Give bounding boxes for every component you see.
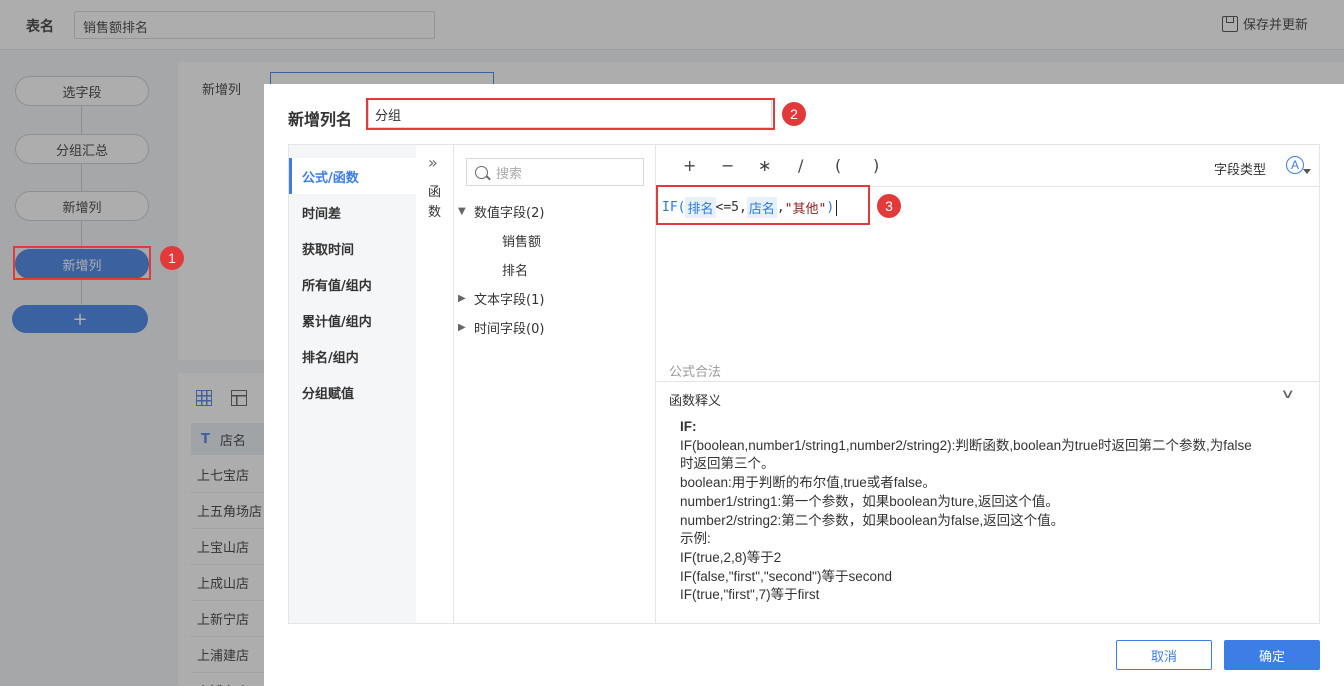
- field-group-label: 数值字段(2): [474, 206, 545, 221]
- operator-minus[interactable]: −: [721, 156, 734, 175]
- highlight-box-1: [13, 246, 151, 280]
- dialog-title: 新增列名: [288, 110, 353, 129]
- doc-line: IF(true,"first",7)等于first: [680, 587, 820, 603]
- caret-down-icon: ▼: [458, 206, 466, 217]
- doc-line: IF(boolean,number1/string1,number2/strin…: [680, 437, 1252, 453]
- category-all-values[interactable]: 所有值/组内: [289, 266, 416, 302]
- doc-line: IF:: [680, 419, 697, 434]
- operator-open-paren[interactable]: (: [835, 156, 841, 175]
- function-doc-panel: 函数释义 ∨ IF: IF(boolean,number1/string1,nu…: [656, 381, 1319, 623]
- field-group-label: 文本字段(1): [474, 293, 545, 308]
- function-panel-toggle[interactable]: » 函数: [416, 145, 454, 623]
- doc-line: IF(true,2,8)等于2: [680, 549, 782, 565]
- caret-right-icon: ▶: [458, 322, 466, 333]
- category-rank[interactable]: 排名/组内: [289, 338, 416, 374]
- field-item-sales[interactable]: 销售额: [502, 231, 541, 250]
- field-group-numeric[interactable]: ▼ 数值字段(2): [458, 202, 544, 221]
- field-group-label: 时间字段(0): [474, 322, 545, 337]
- doc-line: 示例:: [680, 531, 711, 547]
- function-category-list: 公式/函数 时间差 获取时间 所有值/组内 累计值/组内 排名/组内 分组赋值: [289, 145, 416, 623]
- highlight-box-3: [656, 185, 870, 225]
- field-type-label: 字段类型: [1214, 163, 1267, 178]
- highlight-box-2: [366, 98, 775, 130]
- confirm-button[interactable]: 确定: [1224, 640, 1320, 670]
- search-placeholder: 搜索: [496, 166, 523, 182]
- search-icon: [475, 165, 488, 179]
- field-group-text[interactable]: ▶ 文本字段(1): [458, 289, 544, 308]
- annotation-badge-2: 2: [782, 102, 806, 126]
- operator-close-paren[interactable]: ): [873, 156, 879, 175]
- doc-line: IF(false,"first","second")等于second: [680, 568, 892, 584]
- new-column-dialog: 新增列名 分组 公式/函数 时间差 获取时间 所有值/组内 累计值/组内 排名/…: [264, 84, 1344, 686]
- field-search-input[interactable]: 搜索: [466, 158, 644, 186]
- function-doc-text: IF: IF(boolean,number1/string1,number2/s…: [680, 418, 1310, 605]
- field-type-text-icon[interactable]: A: [1286, 156, 1304, 174]
- operator-plus[interactable]: +: [683, 156, 696, 175]
- doc-line: boolean:用于判断的布尔值,true或者false。: [680, 475, 936, 491]
- category-group-assign[interactable]: 分组赋值: [289, 374, 416, 410]
- doc-line: number1/string1:第一个参数，如果boolean为ture,返回这…: [680, 493, 1059, 509]
- category-get-time[interactable]: 获取时间: [289, 230, 416, 266]
- category-cumulative[interactable]: 累计值/组内: [289, 302, 416, 338]
- field-list-panel: 搜索 ▼ 数值字段(2) 销售额 排名 ▶ 文本字段(1) ▶ 时间字段(0): [454, 145, 656, 623]
- field-type-caret-icon[interactable]: [1303, 169, 1311, 174]
- operator-multiply[interactable]: ∗: [758, 156, 771, 175]
- operator-divide[interactable]: /: [798, 156, 803, 175]
- formula-valid-status: 公式合法: [669, 365, 722, 380]
- function-panel-label: 函数: [428, 185, 442, 220]
- double-chevron-right-icon[interactable]: »: [428, 153, 438, 172]
- category-formula[interactable]: 公式/函数: [289, 158, 416, 194]
- function-doc-title: 函数释义: [669, 394, 722, 409]
- category-time-diff[interactable]: 时间差: [289, 194, 416, 230]
- cancel-button[interactable]: 取消: [1116, 640, 1212, 670]
- operator-toolbar: + − ∗ / ( ) 字段类型 A: [656, 145, 1319, 187]
- doc-line: 时返回第三个。: [680, 456, 775, 472]
- field-group-time[interactable]: ▶ 时间字段(0): [458, 318, 544, 337]
- field-item-rank[interactable]: 排名: [502, 260, 528, 279]
- doc-line: number2/string2:第二个参数，如果boolean为false,返回…: [680, 512, 1065, 528]
- chevron-down-icon[interactable]: ∨: [1281, 387, 1296, 402]
- annotation-badge-1: 1: [160, 246, 184, 270]
- caret-right-icon: ▶: [458, 293, 466, 304]
- annotation-badge-3: 3: [877, 194, 901, 218]
